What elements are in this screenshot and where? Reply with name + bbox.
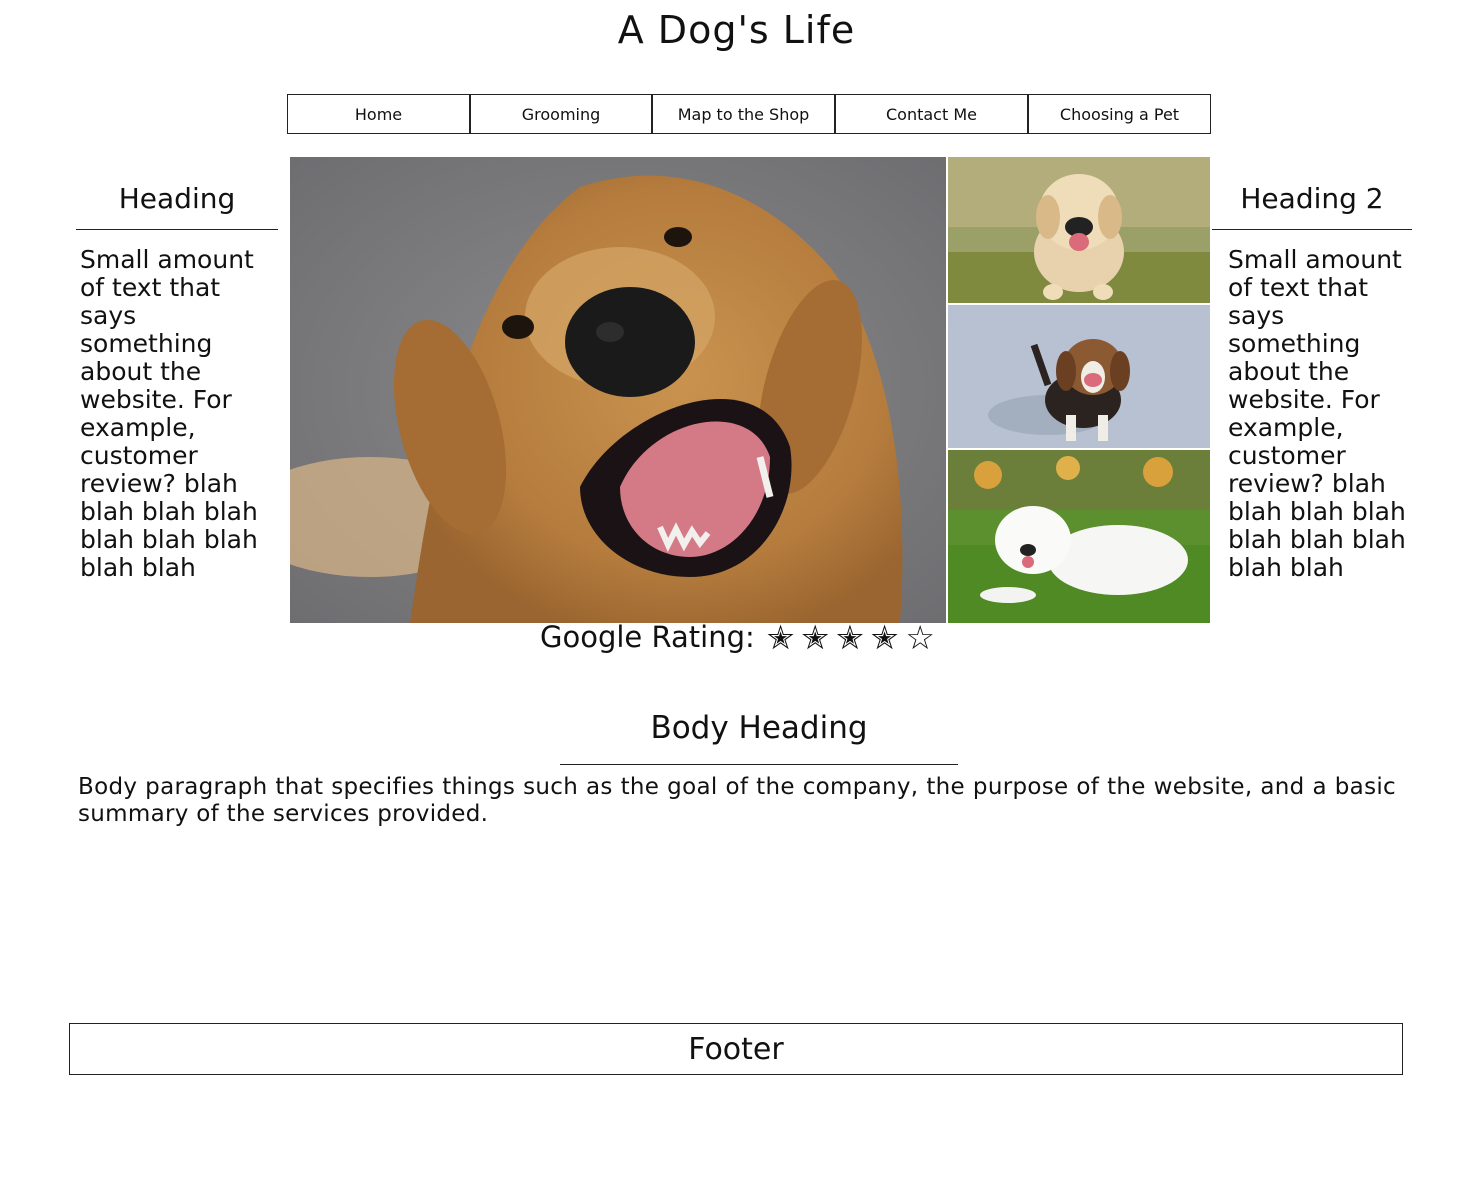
- rating-stars: ✭ ✭ ✭ ✭ ☆: [767, 621, 942, 654]
- star-filled-icon: ✭: [801, 617, 830, 657]
- nav-choosing-a-pet[interactable]: Choosing a Pet: [1028, 94, 1211, 134]
- body-paragraph: Body paragraph that specifies things suc…: [78, 774, 1396, 827]
- body-heading: Body Heading: [650, 710, 868, 746]
- star-filled-icon: ✭: [870, 617, 899, 657]
- left-heading: Heading: [118, 182, 236, 215]
- body-heading-rule: [560, 764, 958, 765]
- nav-grooming[interactable]: Grooming: [470, 94, 652, 134]
- right-heading-rule: [1212, 229, 1412, 230]
- footer-label: Footer: [688, 1031, 784, 1067]
- site-title: A Dog's Life: [617, 8, 856, 52]
- rating-label: Google Rating:: [540, 620, 755, 654]
- golden-puppy-image: [948, 157, 1210, 303]
- nav-map-to-the-shop[interactable]: Map to the Shop: [652, 94, 835, 134]
- footer: Footer: [69, 1023, 1403, 1075]
- main-nav: Home Grooming Map to the Shop Contact Me…: [287, 94, 1211, 136]
- right-text: Small amount of text that says something…: [1228, 245, 1406, 582]
- beagle-puppy-image: [948, 305, 1210, 448]
- star-filled-icon: ✭: [766, 617, 795, 657]
- right-heading: Heading 2: [1240, 182, 1384, 215]
- star-empty-icon: ☆: [905, 617, 935, 657]
- samoyed-puppy-image: [948, 450, 1210, 623]
- left-heading-rule: [76, 229, 278, 230]
- left-text: Small amount of text that says something…: [80, 245, 258, 582]
- nav-home[interactable]: Home: [287, 94, 470, 134]
- google-rating: Google Rating: ✭ ✭ ✭ ✭ ☆: [540, 620, 942, 654]
- nav-contact-me[interactable]: Contact Me: [835, 94, 1028, 134]
- star-filled-icon: ✭: [836, 617, 864, 657]
- main-dog-image: [290, 157, 946, 623]
